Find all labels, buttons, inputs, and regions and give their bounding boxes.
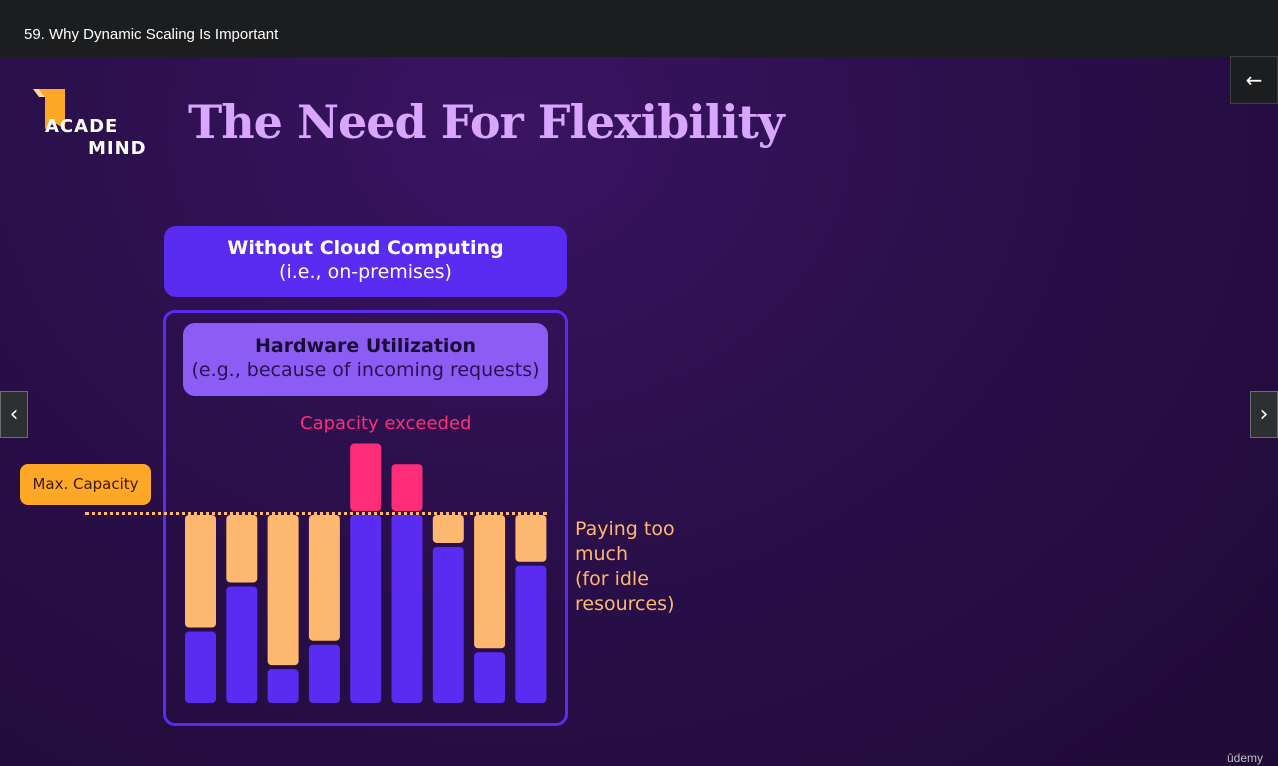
bar-idle [308,515,340,641]
bar-exceeded [350,443,382,511]
paying-line-1: Paying too [575,518,675,540]
bar-idle [267,515,299,666]
bar-used [308,644,340,703]
lecture-title: 59. Why Dynamic Scaling Is Important [24,26,279,43]
paying-line-3: (for idle [575,568,649,590]
previous-slide-button[interactable]: ‹ [0,391,28,438]
arrow-left-icon: ← [1245,68,1263,92]
slide: ACADE MIND The Need For Flexibility With… [0,57,1278,766]
bar-idle [515,515,547,562]
bar-used [515,565,547,703]
max-capacity-line [85,512,547,515]
bar-used [350,515,382,703]
expand-button[interactable]: ← [1230,56,1278,104]
bar-used [267,669,299,703]
bar-used [185,631,216,703]
bar-idle [432,515,464,543]
paying-line-2: much [575,543,629,565]
paying-too-much-label: Paying too much (for idle resources) [575,517,675,617]
next-slide-button[interactable]: › [1250,391,1278,438]
utilization-chart [185,443,547,703]
bar-used [391,515,423,703]
paying-line-4: resources) [575,593,675,615]
bar-exceeded [391,464,423,511]
bar-idle [185,515,216,628]
top-bar: 59. Why Dynamic Scaling Is Important [0,0,1278,57]
bar-used [226,586,258,703]
bar-idle [226,515,258,583]
bar-used [432,546,464,703]
bar-idle [474,515,506,649]
chevron-right-icon: › [1259,402,1269,427]
udemy-watermark: ûdemy [1227,751,1264,765]
bar-used [474,652,506,703]
chevron-left-icon: ‹ [9,402,19,427]
